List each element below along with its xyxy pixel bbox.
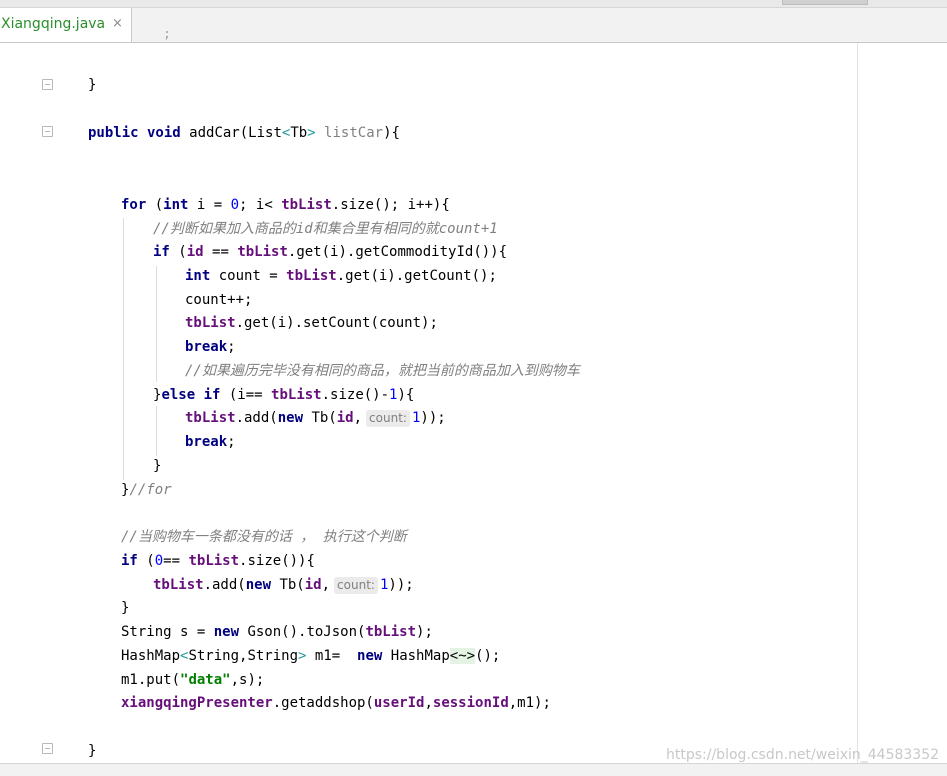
watermark-text: https://blog.csdn.net/weixin_44583352 (666, 747, 940, 763)
fold-end-icon[interactable] (42, 79, 53, 90)
code-line: } (88, 77, 97, 93)
code-line: m1.put("data",s); (121, 672, 265, 688)
code-line: count++; (185, 292, 253, 308)
code-comment: //如果遍历完毕没有相同的商品，就把当前的商品加入到购物车 (185, 363, 580, 379)
code-line: public void addCar(List<Tb> listCar){ (88, 125, 400, 141)
code-line: } (153, 458, 162, 474)
code-line: String s = new Gson().toJson(tbList); (121, 624, 433, 640)
fold-start-icon[interactable] (42, 126, 53, 137)
code-comment: //当购物车一条都没有的话 ， 执行这个判断 (121, 529, 407, 545)
code-line: int count = tbList.get(i).getCount(); (185, 268, 497, 284)
tab-xiangqing-java[interactable]: Xiangqing.java × (0, 8, 132, 42)
horizontal-scrollbar[interactable] (0, 763, 947, 776)
tab-filename: Xiangqing.java (1, 16, 106, 32)
editor-gutter (0, 43, 70, 763)
code-line: break; (185, 339, 236, 355)
fold-end-icon[interactable] (42, 743, 53, 754)
code-line: }//for (121, 482, 172, 498)
code-line: xiangqingPresenter.getaddshop(userId,ses… (121, 695, 551, 711)
indent-guide (123, 218, 124, 480)
code-line: break; (185, 434, 236, 450)
code-line: for (int i = 0; i< tbList.size(); i++){ (121, 197, 450, 213)
code-line: tbList.add(new Tb(id, count: 1)); (153, 577, 414, 594)
tab-scroll-thumb[interactable] (782, 0, 868, 5)
parameter-hint: count: (366, 410, 410, 427)
code-line: tbList.get(i).setCount(count); (185, 315, 438, 331)
right-margin-guide (857, 43, 858, 763)
code-line: HashMap<String,String> m1= new HashMap<~… (121, 648, 501, 664)
code-line: }else if (i== tbList.size()-1){ (153, 387, 415, 403)
code-line: } (121, 600, 130, 616)
code-line: if (0== tbList.size()){ (121, 553, 315, 569)
code-line: tbList.add(new Tb(id, count: 1)); (185, 410, 446, 427)
code-comment: //判断如果加入商品的id和集合里有相同的就count+1 (153, 221, 498, 237)
indent-guide (156, 406, 157, 456)
partial-line: ; (120, 27, 171, 41)
code-line: } (88, 743, 97, 759)
indent-guide (156, 266, 157, 382)
code-line: if (id == tbList.get(i).getCommodityId()… (153, 244, 508, 260)
parameter-hint: count: (334, 577, 378, 594)
